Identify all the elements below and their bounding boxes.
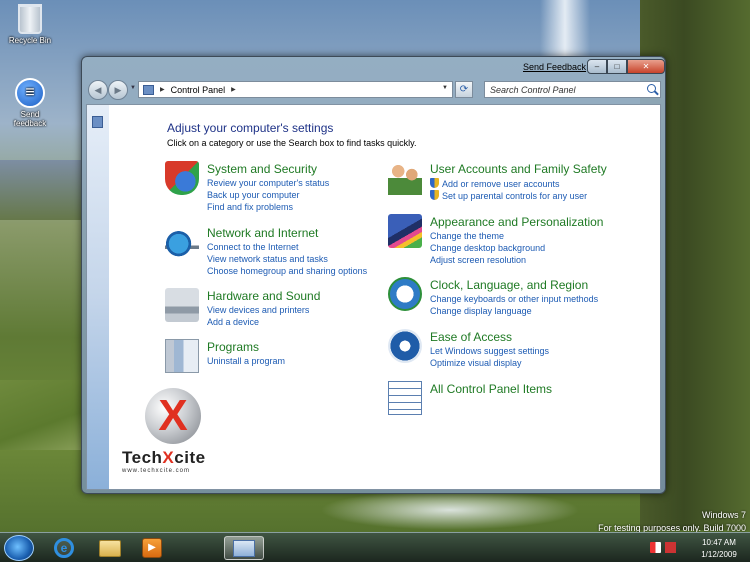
desktop-icon-label: Recycle Bin <box>8 36 52 45</box>
breadcrumb-arrow-icon[interactable]: ▶ <box>231 86 236 93</box>
desktop-icon-recycle-bin[interactable]: Recycle Bin <box>0 4 60 45</box>
category-link[interactable]: Adjust screen resolution <box>430 255 526 265</box>
appearance-icon[interactable] <box>388 214 422 248</box>
category-title[interactable]: Appearance and Personalization <box>430 215 603 229</box>
category-title[interactable]: Clock, Language, and Region <box>430 278 588 292</box>
users-icon[interactable] <box>388 161 422 195</box>
category-link[interactable]: Back up your computer <box>207 190 300 200</box>
wallpaper-mist <box>320 490 580 530</box>
address-bar[interactable]: ▶ Control Panel ▶ ▼ <box>138 81 453 98</box>
page-title: Adjust your computer's settings <box>167 121 334 135</box>
techxcite-logo: X TechXcite www.techxcite.com <box>122 388 232 480</box>
security-shield-icon[interactable] <box>165 161 199 195</box>
category-link[interactable]: Set up parental controls for any user <box>430 190 587 201</box>
caption-buttons: – □ ✕ <box>587 59 665 74</box>
all-items-icon[interactable] <box>388 381 422 415</box>
address-dropdown-icon[interactable]: ▼ <box>442 85 448 91</box>
category-title[interactable]: Network and Internet <box>207 226 318 240</box>
category-link[interactable]: Let Windows suggest settings <box>430 346 549 356</box>
minimize-button[interactable]: – <box>587 59 607 74</box>
desktop-icon-send-feedback[interactable]: ≡ Send feedback <box>0 78 60 128</box>
desktop-icon-label: Send feedback <box>13 110 47 128</box>
control-panel-icon <box>143 84 154 95</box>
category-link[interactable]: Optimize visual display <box>430 358 522 368</box>
category-link[interactable]: Change display language <box>430 306 532 316</box>
search-input[interactable]: Search Control Panel <box>484 81 661 98</box>
breadcrumb-control-panel[interactable]: Control Panel <box>171 85 226 95</box>
taskbar-media-player[interactable]: ▶ <box>132 536 172 560</box>
control-panel-icon <box>233 539 255 557</box>
category-link[interactable]: Uninstall a program <box>207 356 285 366</box>
uac-shield-icon <box>430 190 439 200</box>
watermark-line: Windows 7 <box>701 510 746 520</box>
network-icon[interactable] <box>665 542 676 553</box>
send-feedback-link[interactable]: Send Feedback <box>523 62 586 72</box>
refresh-button[interactable]: ⟳ <box>455 81 473 98</box>
category-link[interactable]: Change keyboards or other input methods <box>430 294 598 304</box>
media-player-icon: ▶ <box>142 538 162 558</box>
folder-icon <box>99 539 121 557</box>
category-link[interactable]: Change the theme <box>430 231 504 241</box>
category-link[interactable]: Add a device <box>207 317 259 327</box>
category-link[interactable]: Add or remove user accounts <box>430 178 560 189</box>
category-link[interactable]: View network status and tasks <box>207 254 328 264</box>
logo-wordmark: TechXcite <box>122 448 206 467</box>
clock-globe-icon[interactable] <box>388 277 422 311</box>
uac-shield-icon <box>430 178 439 188</box>
start-button[interactable] <box>4 535 34 561</box>
search-placeholder: Search Control Panel <box>490 84 576 95</box>
maximize-button[interactable]: □ <box>607 59 627 74</box>
category-title[interactable]: All Control Panel Items <box>430 382 552 396</box>
control-panel-window: Send Feedback – □ ✕ ◀ ▶ ▼ ▶ Control Pane… <box>81 56 666 494</box>
programs-icon[interactable] <box>165 339 199 373</box>
logo-url: www.techxcite.com <box>122 468 191 474</box>
category-link[interactable]: Connect to the Internet <box>207 242 299 252</box>
search-icon[interactable] <box>647 84 656 93</box>
printer-icon[interactable] <box>165 288 199 322</box>
category-link[interactable]: Choose homegroup and sharing options <box>207 266 367 276</box>
category-link[interactable]: Change desktop background <box>430 243 545 253</box>
clock-time: 10:47 AM <box>702 538 736 547</box>
category-title[interactable]: User Accounts and Family Safety <box>430 162 607 176</box>
wallpaper-mountains <box>0 160 90 220</box>
page-subtitle: Click on a category or use the Search bo… <box>167 138 417 148</box>
close-button[interactable]: ✕ <box>627 59 665 74</box>
category-title[interactable]: Ease of Access <box>430 330 512 344</box>
action-center-flag-icon[interactable] <box>650 542 661 553</box>
control-panel-icon <box>92 116 103 128</box>
forward-button[interactable]: ▶ <box>108 80 128 100</box>
left-strip <box>87 105 109 489</box>
breadcrumb-arrow-icon[interactable]: ▶ <box>160 86 165 93</box>
taskbar: e ▶ 10:47 AM 1/12/2009 <box>0 532 750 562</box>
taskbar-internet-explorer[interactable]: e <box>44 536 84 560</box>
client-area: Adjust your computer's settings Click on… <box>86 104 661 490</box>
ease-of-access-icon[interactable] <box>388 329 422 363</box>
taskbar-clock[interactable]: 10:47 AM 1/12/2009 <box>690 537 748 561</box>
network-globe-icon[interactable] <box>165 225 199 259</box>
recent-pages-dropdown[interactable]: ▼ <box>130 85 136 91</box>
logo-x-mark: X <box>158 391 188 440</box>
system-tray <box>650 542 676 553</box>
back-button[interactable]: ◀ <box>88 80 108 100</box>
feedback-icon: ≡ <box>15 78 45 108</box>
recycle-bin-icon <box>18 4 42 34</box>
wallpaper-path <box>0 380 90 450</box>
category-title[interactable]: Programs <box>207 340 259 354</box>
category-link[interactable]: View devices and printers <box>207 305 309 315</box>
clock-date: 1/12/2009 <box>701 550 737 559</box>
taskbar-control-panel[interactable] <box>224 536 264 560</box>
category-link[interactable]: Find and fix problems <box>207 202 293 212</box>
internet-explorer-icon: e <box>54 538 74 558</box>
navigation-bar: ◀ ▶ ▼ ▶ Control Panel ▶ ▼ ⟳ Search Contr… <box>86 79 661 101</box>
category-link[interactable]: Review your computer's status <box>207 178 329 188</box>
category-title[interactable]: Hardware and Sound <box>207 289 320 303</box>
category-title[interactable]: System and Security <box>207 162 317 176</box>
taskbar-windows-explorer[interactable] <box>90 536 130 560</box>
